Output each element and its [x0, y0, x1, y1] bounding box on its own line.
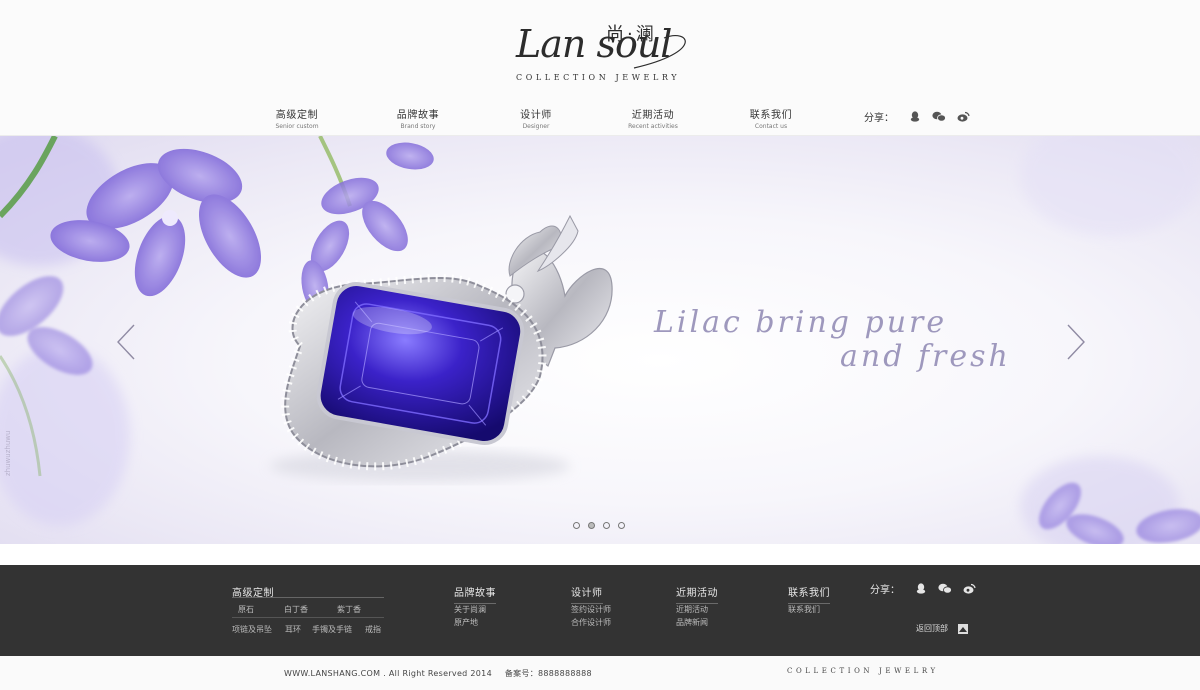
footer-col-title: 联系我们 [788, 584, 830, 604]
footer-link[interactable]: 联系我们 [788, 604, 820, 615]
nav-item-label: 近期活动 [631, 110, 675, 121]
footer-col-designer: 设计师 [571, 581, 603, 604]
slide-dot-1[interactable] [573, 522, 580, 529]
footer-col-brand: 品牌故事 [454, 581, 496, 604]
back-to-top-label: 返回顶部 [916, 624, 948, 633]
hero-banner: zhuwuzhuwu Lilac bring pure and fresh [0, 136, 1200, 544]
footer-link[interactable]: 近期活动 [676, 604, 708, 615]
footer-col-custom: 高级定制 [232, 581, 384, 603]
brand-logo[interactable]: Lan soul 尚·澜 COLLECTION JEWELRY [500, 14, 700, 90]
footer-col-title: 设计师 [571, 584, 603, 604]
share-label: 分享： [864, 113, 894, 124]
copyright-notice: WWW.LANSHANG.COM . All Right Reserved 20… [284, 669, 492, 678]
footer-link[interactable]: 签约设计师 [571, 604, 611, 615]
nav-item-sublabel: Contact us [754, 123, 788, 130]
arrow-up-icon [958, 623, 968, 634]
site-header: Lan soul 尚·澜 COLLECTION JEWELRY 高级定制 Sen… [0, 0, 1200, 136]
nav-item-label: 品牌故事 [396, 110, 440, 121]
bottom-tagline: COLLECTION JEWELRY [787, 667, 939, 675]
nav-item-sublabel: Recent activities [628, 123, 678, 130]
copyright-text: WWW.LANSHANG.COM . All Right Reserved 20… [284, 668, 592, 679]
qq-icon[interactable] [914, 583, 928, 595]
header-share: 分享： [864, 109, 980, 124]
wechat-icon[interactable] [932, 111, 946, 123]
slogan-line-2: and fresh [840, 339, 1011, 374]
footer-col-title: 近期活动 [676, 584, 718, 604]
slide-dot-2[interactable] [588, 522, 595, 529]
chevron-right-icon [1067, 324, 1085, 360]
image-watermark: zhuwuzhuwu [4, 430, 12, 476]
hero-artwork [0, 136, 1200, 544]
site-footer: 高级定制 原石 白丁香 紫丁香 项链及吊坠 耳环 手镯及手链 戒指 品牌故事 关… [0, 565, 1200, 656]
prev-slide-button[interactable] [114, 322, 138, 362]
footer-link[interactable]: 紫丁香 [337, 604, 361, 615]
logo-tagline: COLLECTION JEWELRY [516, 73, 681, 82]
chevron-left-icon [117, 324, 135, 360]
footer-link[interactable]: 原石 [238, 604, 254, 615]
footer-link[interactable]: 关于尚澜 [454, 604, 486, 615]
footer-divider [232, 597, 384, 598]
copyright-bar: WWW.LANSHANG.COM . All Right Reserved 20… [0, 656, 1200, 690]
footer-col-contact: 联系我们 [788, 581, 830, 604]
nav-item-recent-activities[interactable]: 近期活动 Recent activities [603, 106, 703, 130]
footer-link[interactable]: 耳环 [285, 624, 301, 635]
icp-number: 备案号：8888888888 [504, 669, 592, 678]
qq-icon[interactable] [908, 111, 922, 123]
banner-slogan: Lilac bring pure and fresh [654, 306, 1011, 374]
footer-col-title: 高级定制 [232, 588, 274, 599]
slide-dot-4[interactable] [618, 522, 625, 529]
logo-chinese: 尚·澜 [606, 24, 657, 45]
footer-link[interactable]: 品牌新闻 [676, 617, 708, 628]
nav-item-sublabel: Designer [522, 123, 550, 130]
footer-col-title: 品牌故事 [454, 584, 496, 604]
next-slide-button[interactable] [1064, 322, 1088, 362]
slide-dot-3[interactable] [603, 522, 610, 529]
nav-item-sublabel: Brand story [400, 123, 436, 130]
nav-item-designer[interactable]: 设计师 Designer [486, 106, 586, 130]
footer-link[interactable]: 白丁香 [284, 604, 308, 615]
nav-item-senior-custom[interactable]: 高级定制 Senior custom [247, 106, 347, 130]
slogan-line-1: Lilac bring pure [654, 305, 948, 340]
footer-link[interactable]: 手镯及手链 [312, 624, 352, 635]
footer-link[interactable]: 合作设计师 [571, 617, 611, 628]
footer-link[interactable]: 戒指 [365, 624, 381, 635]
share-label: 分享： [870, 585, 900, 596]
footer-divider [232, 617, 384, 618]
nav-item-contact-us[interactable]: 联系我们 Contact us [721, 106, 821, 130]
weibo-icon[interactable] [956, 111, 970, 123]
back-to-top-button[interactable]: 返回顶部 [916, 623, 978, 634]
nav-item-label: 设计师 [520, 110, 552, 121]
slide-indicators [573, 522, 633, 529]
weibo-icon[interactable] [962, 583, 976, 595]
footer-link[interactable]: 原产地 [454, 617, 478, 628]
nav-item-label: 联系我们 [749, 110, 793, 121]
main-nav: 高级定制 Senior custom 品牌故事 Brand story 设计师 … [0, 106, 1200, 130]
footer-link[interactable]: 项链及吊坠 [232, 624, 272, 635]
footer-share: 分享： [870, 581, 986, 596]
nav-item-sublabel: Senior custom [275, 123, 319, 130]
wechat-icon[interactable] [938, 583, 952, 595]
nav-item-label: 高级定制 [275, 110, 319, 121]
nav-item-brand-story[interactable]: 品牌故事 Brand story [368, 106, 468, 130]
footer-col-events: 近期活动 [676, 581, 718, 604]
